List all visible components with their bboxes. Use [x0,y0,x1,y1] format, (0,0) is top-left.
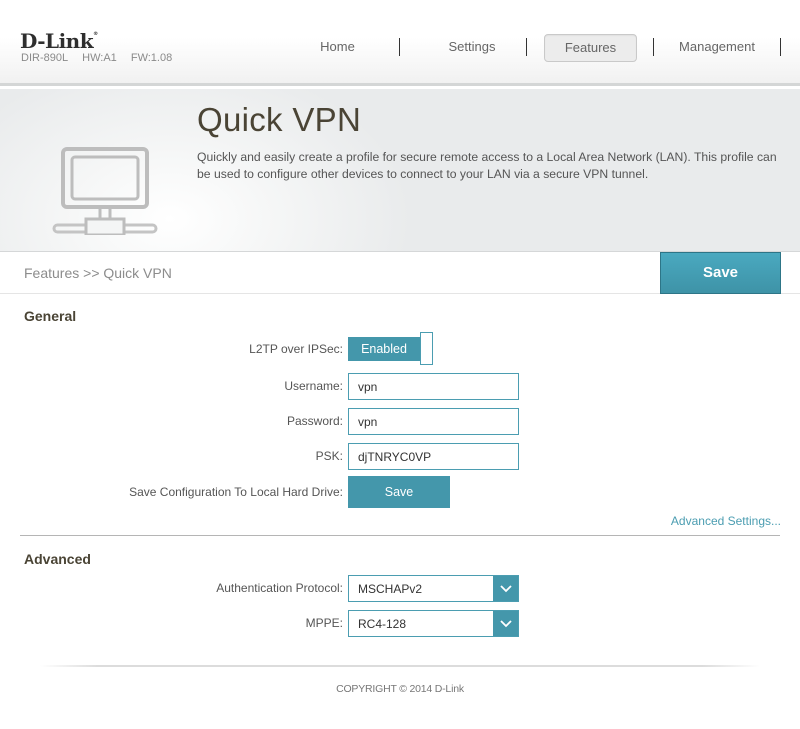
model-name: DIR-890L [21,52,69,64]
username-input[interactable] [348,373,519,400]
top-header: D-Link® DIR-890L HW:A1 FW:1.08 Home Sett… [0,0,800,86]
chevron-down-icon[interactable] [493,611,518,636]
nav-separator [780,38,781,56]
page-title: Quick VPN [197,101,362,138]
section-title-advanced: Advanced [24,551,91,567]
psk-input[interactable] [348,443,519,470]
mppe-label: MPPE: [305,616,343,630]
save-config-label: Save Configuration To Local Hard Drive: [129,485,343,499]
l2tp-toggle[interactable]: Enabled [348,332,434,365]
footer-divider [40,665,760,667]
page-banner: Quick VPN Quickly and easily create a pr… [0,89,800,252]
breadcrumb: Features >> Quick VPN [24,265,172,281]
password-label: Password: [286,414,343,428]
save-config-button[interactable]: Save [348,476,450,508]
section-divider [20,535,780,536]
hardware-version: HW:A1 [82,52,117,64]
nav-features[interactable]: Features [544,34,637,62]
username-label: Username: [284,379,343,393]
mppe-value: RC4-128 [358,617,407,631]
nav-separator [399,38,400,56]
nav-home[interactable]: Home [290,34,385,62]
l2tp-label: L2TP over IPSec: [249,342,343,356]
toggle-state-label: Enabled [348,337,420,361]
mppe-select[interactable]: RC4-128 [348,610,519,637]
section-title-general: General [24,308,77,324]
firmware-version: FW:1.08 [130,52,173,64]
nav-management[interactable]: Management [668,34,766,62]
dlink-logo: D-Link® [20,29,98,53]
chevron-down-icon[interactable] [493,576,518,601]
auth-protocol-label: Authentication Protocol: [216,581,343,595]
auth-protocol-value: MSCHAPv2 [358,582,423,596]
toggle-knob[interactable] [420,332,433,365]
psk-label: PSK: [315,449,343,463]
save-button[interactable]: Save [660,252,781,294]
nav-settings[interactable]: Settings [417,34,527,62]
network-computer-icon [52,147,158,240]
password-input[interactable] [348,408,519,435]
copyright-text: COPYRIGHT © 2014 D-Link [336,683,464,695]
auth-protocol-select[interactable]: MSCHAPv2 [348,575,519,602]
advanced-settings-link[interactable]: Advanced Settings... [671,514,781,528]
nav-separator [653,38,654,56]
page-description: Quickly and easily create a profile for … [197,150,777,181]
breadcrumb-bar: Features >> Quick VPN Save [0,252,800,294]
nav-separator [526,38,527,56]
device-info: DIR-890L HW:A1 FW:1.08 [21,52,180,64]
